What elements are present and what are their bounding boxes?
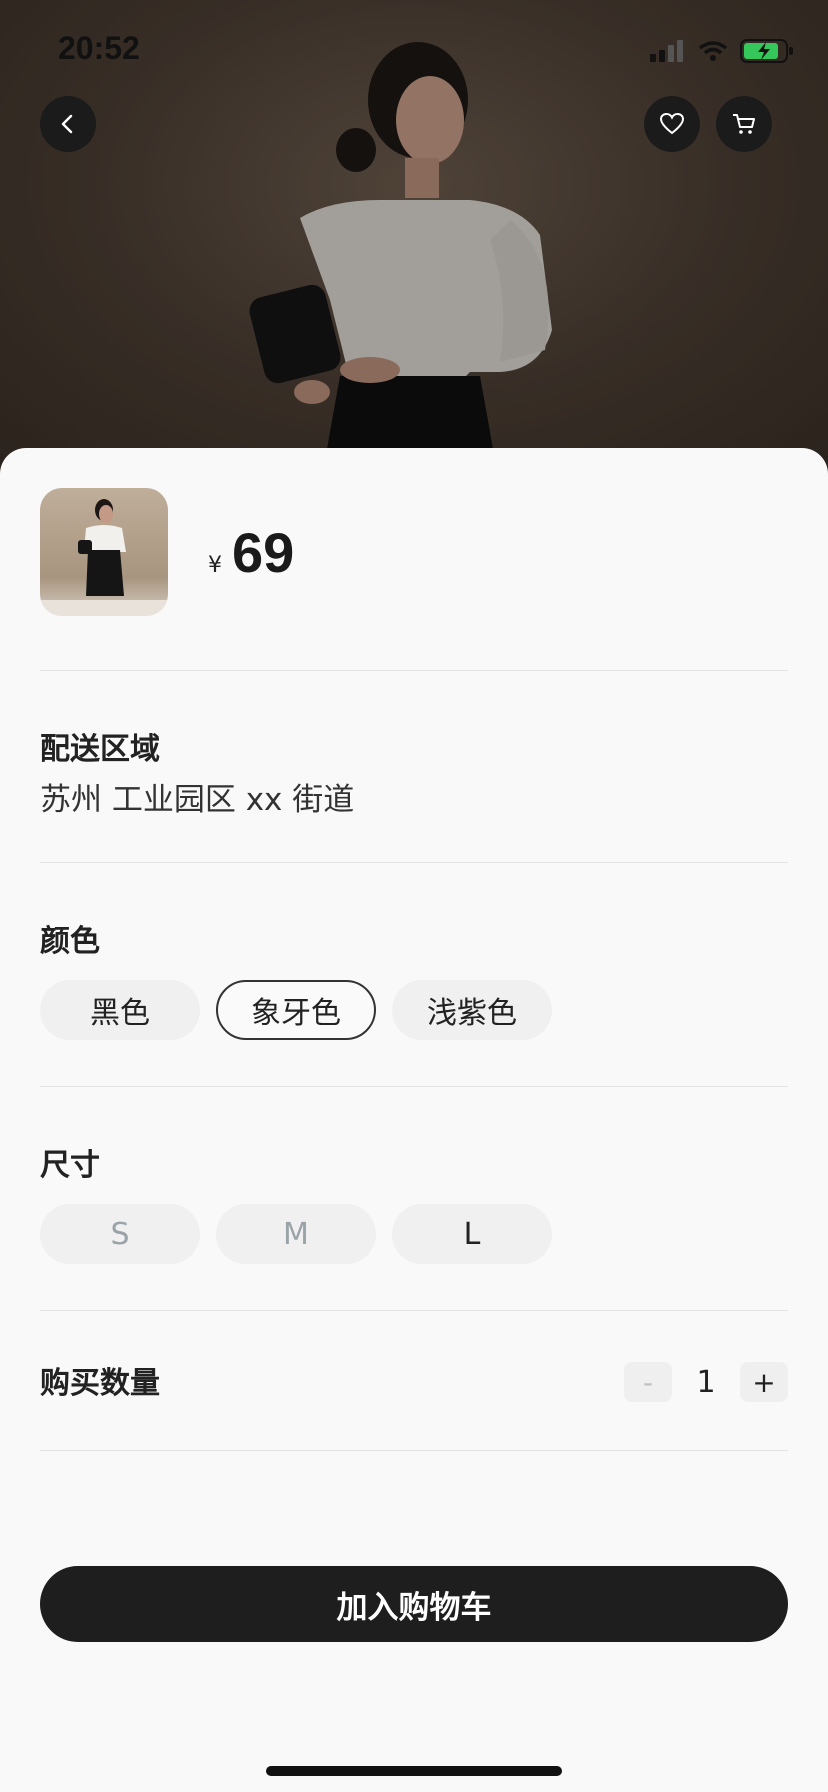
delivery-title: 配送区域 [40, 732, 160, 767]
quantity-stepper: - 1 + [624, 1362, 788, 1402]
wifi-icon [698, 41, 728, 61]
battery-charging-icon [740, 39, 793, 63]
favorite-button[interactable] [644, 96, 700, 152]
size-title: 尺寸 [40, 1148, 100, 1183]
cart-button[interactable] [716, 96, 772, 152]
status-bar: 20:52 [0, 28, 828, 72]
divider [40, 862, 788, 863]
size-option-l[interactable]: L [392, 1204, 552, 1264]
delivery-address[interactable]: 苏州 工业园区 xx 街道 [40, 774, 354, 819]
status-icons [650, 38, 794, 64]
add-to-cart-button[interactable]: 加入购物车 [40, 1566, 788, 1642]
chevron-left-icon [61, 114, 73, 134]
color-options: 黑色 象牙色 浅紫色 [40, 980, 552, 1040]
home-indicator [266, 1766, 562, 1776]
divider [40, 1450, 788, 1451]
heart-icon [659, 112, 685, 135]
divider [40, 1310, 788, 1311]
cart-icon [733, 114, 755, 134]
price: ¥ 69 [208, 520, 294, 585]
divider [40, 1086, 788, 1087]
signal-icon [650, 40, 683, 62]
currency-symbol: ¥ [208, 553, 222, 578]
color-option-black[interactable]: 黑色 [40, 980, 200, 1040]
back-button[interactable] [40, 96, 96, 152]
price-value: 69 [232, 521, 295, 584]
color-option-ivory[interactable]: 象牙色 [216, 980, 376, 1040]
size-options: S M L [40, 1204, 552, 1264]
size-option-s[interactable]: S [40, 1204, 200, 1264]
quantity-title: 购买数量 [40, 1366, 160, 1401]
quantity-value[interactable]: 1 [672, 1365, 740, 1400]
product-options-sheet: ¥ 69 配送区域 苏州 工业园区 xx 街道 颜色 黑色 象牙色 浅紫色 尺寸… [0, 448, 828, 1792]
quantity-increase-button[interactable]: + [740, 1362, 788, 1402]
status-time: 20:52 [58, 30, 140, 66]
color-option-light-purple[interactable]: 浅紫色 [392, 980, 552, 1040]
product-thumbnail-illustration [40, 499, 168, 616]
size-option-m[interactable]: M [216, 1204, 376, 1264]
product-thumbnail [40, 488, 168, 616]
quantity-decrease-button[interactable]: - [624, 1362, 672, 1402]
color-title: 颜色 [40, 924, 100, 959]
divider [40, 670, 788, 671]
